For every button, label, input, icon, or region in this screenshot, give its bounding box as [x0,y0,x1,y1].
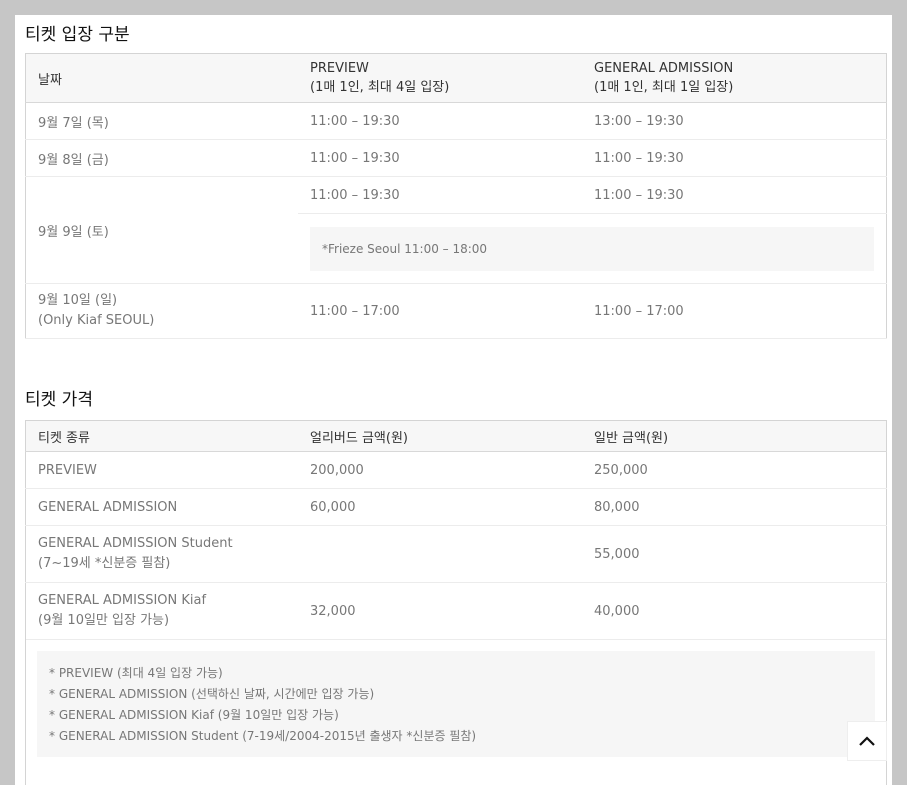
price-note: * PREVIEW (최대 4일 입장 가능) [49,666,223,680]
header-general-title: GENERAL ADMISSION [594,61,734,76]
table-row: GENERAL ADMISSION 60,000 80,000 [25,488,887,526]
entry-header-row: 날짜 PREVIEW (1매 1인, 최대 4일 입장) GENERAL ADM… [25,53,887,103]
early-price: 200,000 [298,451,582,489]
row-general-time: 11:00 – 19:30 [582,139,887,177]
row-date-sub: (Only Kiaf SEOUL) [38,313,155,328]
header-preview-title: PREVIEW [310,61,369,76]
header-general-sub: (1매 1인, 최대 1일 입장) [594,80,734,95]
table-row: GENERAL ADMISSION Kiaf (9월 10일만 입장 가능) 3… [25,582,887,640]
header-early-price: 얼리버드 금액(원) [298,420,582,452]
header-preview: PREVIEW (1매 1인, 최대 4일 입장) [298,53,582,103]
chevron-up-icon [859,736,875,746]
frieze-note: *Frieze Seoul 11:00 – 18:00 [310,226,874,271]
header-date: 날짜 [25,53,298,103]
scroll-to-top-button[interactable] [847,721,887,761]
ticket-type-sub: (7~19세 *신분증 필참) [38,556,171,571]
regular-price: 55,000 [582,525,887,583]
frieze-note-text: *Frieze Seoul 11:00 – 18:00 [322,241,488,256]
row-preview-time: 11:00 – 17:00 [298,283,582,339]
regular-price: 80,000 [582,488,887,526]
price-notes: * PREVIEW (최대 4일 입장 가능) * GENERAL ADMISS… [37,651,875,757]
row-date: 9월 10일 (일) (Only Kiaf SEOUL) [25,283,298,339]
table-row: 9월 8일 (금) 11:00 – 19:30 11:00 – 19:30 [25,139,887,177]
table-row: GENERAL ADMISSION Student (7~19세 *신분증 필참… [25,525,887,583]
regular-price: 40,000 [582,582,887,640]
ticket-type: PREVIEW [25,451,298,489]
row-general-time: 13:00 – 19:30 [582,102,887,140]
regular-price: 250,000 [582,451,887,489]
price-table-left-border [25,638,26,785]
price-table: 티켓 종류 얼리버드 금액(원) 일반 금액(원) PREVIEW 200,00… [25,420,887,640]
ticket-type: GENERAL ADMISSION [25,488,298,526]
early-price: 32,000 [298,582,582,640]
row-date-main: 9월 10일 (일) [38,293,118,308]
price-note: * GENERAL ADMISSION Kiaf (9월 10일만 입장 가능) [49,708,339,722]
ticket-type-main: GENERAL ADMISSION Kiaf [38,593,207,608]
row-preview-time: 11:00 – 19:30 [298,102,582,140]
header-regular-price: 일반 금액(원) [582,420,887,452]
ticket-type: GENERAL ADMISSION Student (7~19세 *신분증 필참… [25,525,298,583]
row-date: 9월 8일 (금) [25,139,298,177]
table-row: PREVIEW 200,000 250,000 [25,451,887,489]
ticket-type-main: GENERAL ADMISSION Student [38,536,233,551]
page: 티켓 입장 구분 날짜 PREVIEW (1매 1인, 최대 4일 입장) GE… [15,15,892,785]
header-ticket-type: 티켓 종류 [25,420,298,452]
row-preview-time: 11:00 – 19:30 [298,176,582,214]
early-price: 60,000 [298,488,582,526]
row-preview-time: 11:00 – 19:30 [298,139,582,177]
header-general: GENERAL ADMISSION (1매 1인, 최대 1일 입장) [582,53,887,103]
entry-section-title: 티켓 입장 구분 [25,25,130,45]
ticket-type-sub: (9월 10일만 입장 가능) [38,613,170,628]
early-price [298,525,582,583]
ticket-type: GENERAL ADMISSION Kiaf (9월 10일만 입장 가능) [25,582,298,640]
table-row: 9월 9일 (토) 11:00 – 19:30 11:00 – 19:30 [25,176,887,284]
table-row: 9월 7일 (목) 11:00 – 19:30 13:00 – 19:30 [25,102,887,140]
table-row: 9월 10일 (일) (Only Kiaf SEOUL) 11:00 – 17:… [25,283,887,339]
price-header-row: 티켓 종류 얼리버드 금액(원) 일반 금액(원) [25,420,887,452]
price-table-right-border [886,638,887,785]
entry-table: 날짜 PREVIEW (1매 1인, 최대 4일 입장) GENERAL ADM… [25,53,887,339]
row-general-time: 11:00 – 19:30 [582,176,887,214]
row-general-time: 11:00 – 17:00 [582,283,887,339]
price-note: * GENERAL ADMISSION (선택하신 날짜, 시간에만 입장 가능… [49,687,375,701]
price-note: * GENERAL ADMISSION Student (7-19세/2004-… [49,729,477,743]
row-date: 9월 9일 (토) [25,176,298,284]
price-section-title: 티켓 가격 [25,390,93,410]
header-preview-sub: (1매 1인, 최대 4일 입장) [310,80,450,95]
row-date: 9월 7일 (목) [25,102,298,140]
